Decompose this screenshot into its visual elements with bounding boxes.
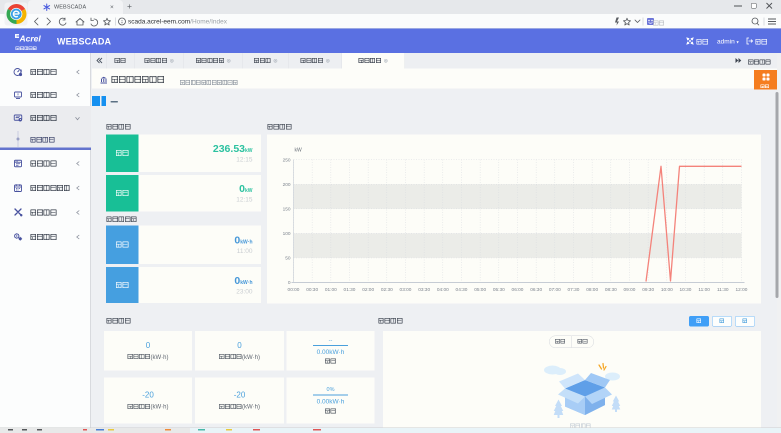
svg-text:03:00: 03:00 [400, 287, 412, 293]
svg-text:08:00: 08:00 [586, 287, 598, 293]
svg-text:01:30: 01:30 [344, 287, 356, 293]
svg-text:06:00: 06:00 [512, 287, 524, 293]
svg-text:07:30: 07:30 [568, 287, 580, 293]
svg-text:04:00: 04:00 [437, 287, 449, 293]
svg-text:00:00: 00:00 [288, 287, 300, 293]
svg-text:03:30: 03:30 [418, 287, 430, 293]
svg-text:250: 250 [283, 157, 291, 163]
svg-text:50: 50 [285, 256, 291, 262]
svg-text:09:30: 09:30 [642, 287, 654, 293]
svg-text:02:00: 02:00 [362, 287, 374, 293]
svg-text:02:30: 02:30 [381, 287, 393, 293]
svg-text:07:00: 07:00 [549, 287, 561, 293]
svg-text:0: 0 [288, 280, 291, 286]
svg-text:150: 150 [283, 207, 291, 213]
svg-text:kW: kW [295, 148, 303, 154]
svg-text:00:30: 00:30 [306, 287, 318, 293]
svg-text:10:00: 10:00 [661, 287, 673, 293]
svg-text:09:00: 09:00 [624, 287, 636, 293]
svg-text:200: 200 [283, 182, 291, 188]
svg-text:04:30: 04:30 [456, 287, 468, 293]
svg-text:05:00: 05:00 [474, 287, 486, 293]
svg-text:11:30: 11:30 [717, 287, 729, 293]
svg-text:08:30: 08:30 [605, 287, 617, 293]
svg-text:Acrel: Acrel [19, 34, 42, 44]
svg-text:12:00: 12:00 [736, 287, 748, 293]
svg-text:06:30: 06:30 [530, 287, 542, 293]
svg-text:100: 100 [283, 231, 291, 237]
svg-text:05:30: 05:30 [493, 287, 505, 293]
svg-text:11:00: 11:00 [698, 287, 710, 293]
svg-text:01:00: 01:00 [325, 287, 337, 293]
svg-text:10:30: 10:30 [680, 287, 692, 293]
